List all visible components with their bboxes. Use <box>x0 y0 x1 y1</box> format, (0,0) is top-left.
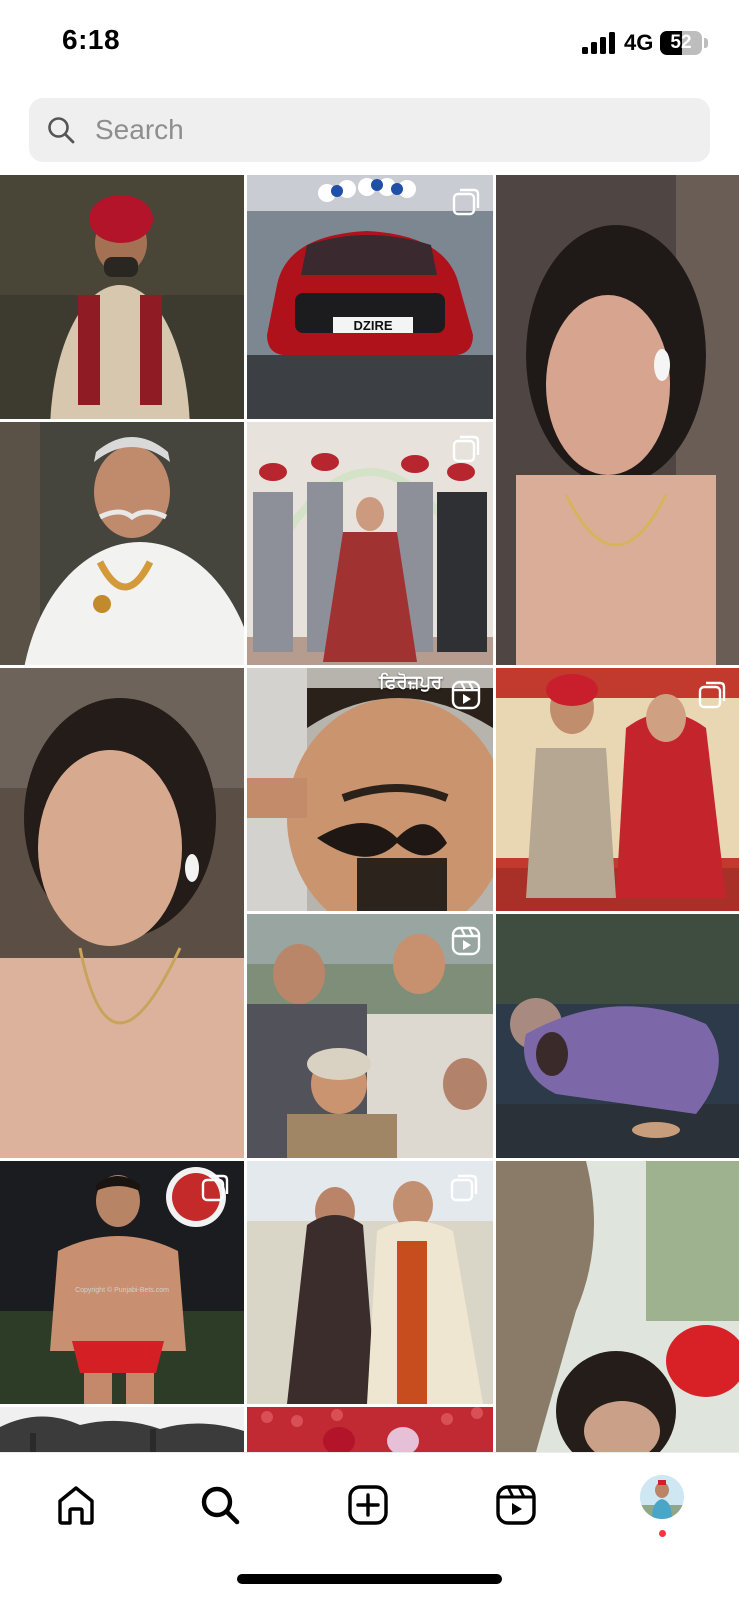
nav-create[interactable] <box>338 1475 398 1535</box>
tile-image <box>496 1161 739 1452</box>
network-type: 4G <box>624 30 654 55</box>
explore-grid: DZIRE ਫਿਰੋਜ਼ਪੁਰ Copyright © Punjabi-Bets… <box>0 175 739 1452</box>
nav-search[interactable] <box>190 1475 250 1535</box>
home-icon <box>58 1486 94 1525</box>
tile-image <box>0 1407 244 1452</box>
avatar <box>640 1475 684 1519</box>
search-icon <box>48 117 75 144</box>
tile-location-caption: ਫਿਰੋਜ਼ਪੁਰ <box>379 672 443 692</box>
explore-tile-5[interactable] <box>247 422 493 665</box>
signal-icon <box>582 32 615 54</box>
tile-image <box>496 914 739 1158</box>
reels-icon <box>451 680 481 710</box>
tile-image <box>496 175 739 665</box>
status-bar: 6:18 4G 52 <box>0 0 739 90</box>
car-plate-text: DZIRE <box>354 318 393 333</box>
battery-percent: 52 <box>670 32 692 53</box>
search-icon <box>201 1486 240 1525</box>
explore-tile-6[interactable] <box>0 668 244 1158</box>
tile-watermark: Copyright © Punjabi-Bets.com <box>75 1286 169 1294</box>
explore-tile-10[interactable] <box>496 914 739 1158</box>
explore-tile-3[interactable] <box>496 175 739 665</box>
search-input[interactable] <box>85 98 695 162</box>
explore-tile-9[interactable] <box>247 914 493 1158</box>
explore-tile-15[interactable] <box>247 1407 493 1452</box>
explore-screen: 6:18 4G 52 Search DZIRE ਫਿਰੋਜ਼ਪੁਰ Copyri… <box>0 0 739 1600</box>
carousel-icon <box>201 1174 229 1202</box>
explore-tile-2[interactable]: DZIRE <box>247 175 493 419</box>
nav-reels[interactable] <box>486 1475 546 1535</box>
nav-home[interactable] <box>46 1475 106 1535</box>
carousel-icon <box>450 1174 478 1202</box>
tile-image <box>0 668 244 1158</box>
tile-image <box>0 175 244 419</box>
carousel-icon <box>452 188 480 216</box>
explore-tile-1[interactable] <box>0 175 244 419</box>
carousel-icon <box>698 681 726 709</box>
explore-tile-4[interactable] <box>0 422 244 665</box>
status-time: 6:18 <box>62 24 121 55</box>
explore-tile-12[interactable] <box>247 1161 493 1404</box>
tile-image <box>0 422 244 665</box>
explore-tile-7[interactable]: ਫਿਰੋਜ਼ਪੁਰ <box>247 668 493 911</box>
explore-tile-13[interactable] <box>496 1161 739 1452</box>
explore-tile-8[interactable] <box>496 668 739 911</box>
explore-tile-14[interactable] <box>0 1407 244 1452</box>
plus-square-icon <box>348 1485 388 1525</box>
reels-icon <box>451 926 481 956</box>
search-bar[interactable] <box>29 98 710 162</box>
nav-profile-avatar[interactable] <box>640 1475 684 1519</box>
notification-dot <box>659 1530 666 1537</box>
tile-image <box>247 1407 493 1452</box>
reels-icon <box>496 1485 536 1525</box>
battery-tip <box>704 38 708 48</box>
home-indicator <box>237 1574 502 1584</box>
carousel-icon <box>452 435 480 463</box>
battery-indicator: 52 <box>660 31 702 55</box>
explore-tile-11[interactable]: Copyright © Punjabi-Bets.com <box>0 1161 244 1404</box>
